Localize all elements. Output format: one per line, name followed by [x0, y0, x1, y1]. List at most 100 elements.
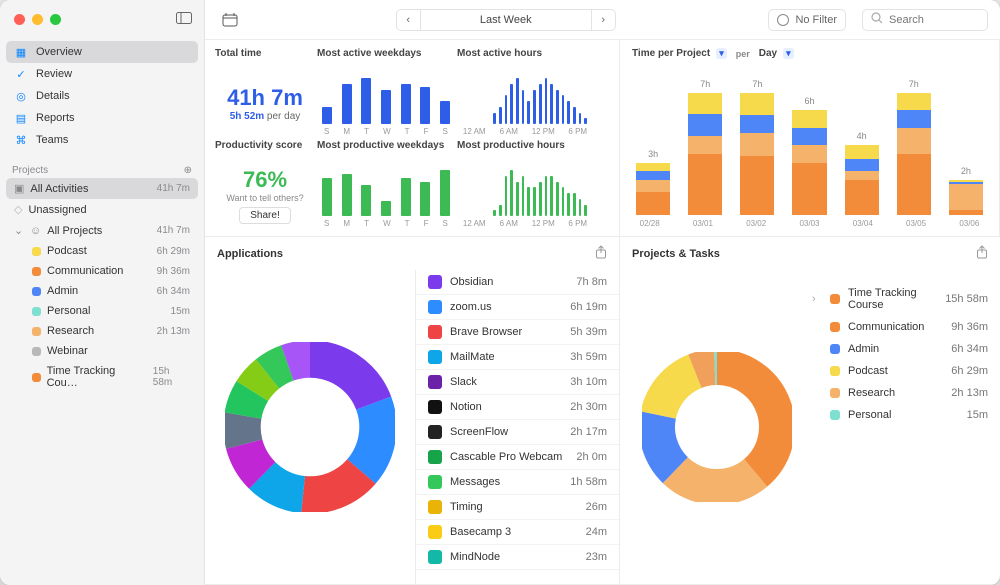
projects-tasks-row[interactable]: ›Time Tracking Course15h 58m: [812, 282, 988, 316]
app-duration: 2h 17m: [570, 426, 607, 438]
project-label: Time Tracking Cou…: [47, 365, 145, 389]
application-row[interactable]: MailMate3h 59m: [416, 345, 619, 370]
nav-item-review[interactable]: ✓Review: [6, 63, 198, 85]
project-color-swatch: [32, 307, 41, 316]
share-button[interactable]: Share!: [239, 207, 290, 224]
nav-item-reports[interactable]: ▤Reports: [6, 107, 198, 129]
total-time-stat: 41h 7m 5h 52m per day: [215, 70, 315, 136]
app-icon: [428, 525, 442, 539]
calendar-button[interactable]: [217, 9, 243, 31]
application-row[interactable]: MindNode23m: [416, 545, 619, 570]
projects-tasks-row[interactable]: ›Podcast6h 29m: [812, 360, 988, 382]
project-duration: 6h 29m: [951, 365, 988, 377]
nav-item-teams[interactable]: ⌘Teams: [6, 129, 198, 151]
project-all-activities[interactable]: ▣All Activities 41h 7m: [6, 178, 198, 199]
app-name: MailMate: [450, 351, 562, 363]
minimize-window[interactable]: [32, 14, 43, 25]
project-all-projects[interactable]: ⌄☺All Projects 41h 7m: [6, 220, 198, 241]
application-row[interactable]: Brave Browser5h 39m: [416, 320, 619, 345]
app-duration: 2h 0m: [576, 451, 607, 463]
projects-tasks-row[interactable]: ›Research2h 13m: [812, 382, 988, 404]
app-window: ▦Overview✓Review ◎ Details ▤Reports⌘Teams P…: [0, 0, 1000, 585]
search-icon: [871, 12, 883, 27]
target-icon: ◎: [14, 89, 28, 103]
nav-item-overview[interactable]: ▦Overview: [6, 41, 198, 63]
hdr-productive-hours: Most productive hours: [457, 140, 595, 158]
project-label: Podcast: [47, 245, 87, 257]
projects-tasks-row[interactable]: ›Personal15m: [812, 404, 988, 426]
app-duration: 23m: [586, 551, 607, 563]
time-per-project-panel: Time per Project ▾ per Day ▾ 3h7h7h6h4h7…: [620, 40, 1000, 237]
tpr-chip-2[interactable]: ▾: [783, 48, 794, 59]
main: ‹ Last Week › No Filter Total time Most …: [205, 0, 1000, 585]
add-project-icon[interactable]: ⊕: [184, 165, 192, 176]
next-period-button[interactable]: ›: [591, 10, 615, 30]
project-duration: 9h 36m: [951, 321, 988, 333]
application-row[interactable]: Messages1h 58m: [416, 470, 619, 495]
application-row[interactable]: Cascable Pro Webcam2h 0m: [416, 445, 619, 470]
app-name: Slack: [450, 376, 562, 388]
projects-tasks-row[interactable]: ›Communication9h 36m: [812, 316, 988, 338]
person-icon: ☺: [30, 225, 41, 237]
application-row[interactable]: Timing26m: [416, 495, 619, 520]
application-row[interactable]: Obsidian7h 8m: [416, 270, 619, 295]
project-item[interactable]: Time Tracking Cou…15h 58m: [6, 361, 198, 393]
fullscreen-window[interactable]: [50, 14, 61, 25]
chart-active-hours: 12 AM6 AM12 PM6 PM: [457, 70, 595, 136]
project-item[interactable]: Communication9h 36m: [6, 261, 198, 281]
period-label[interactable]: Last Week: [421, 14, 591, 26]
nav-label: Review: [36, 68, 72, 80]
app-icon: [428, 500, 442, 514]
sidebar: ▦Overview✓Review ◎ Details ▤Reports⌘Teams P…: [0, 0, 205, 585]
project-label: Personal: [47, 305, 90, 317]
app-duration: 3h 10m: [570, 376, 607, 388]
app-duration: 5h 39m: [570, 326, 607, 338]
project-item[interactable]: Personal 15m: [6, 301, 198, 321]
chevron-down-icon[interactable]: ⌄: [14, 224, 24, 237]
app-icon: [428, 325, 442, 339]
project-color-swatch: [830, 388, 840, 398]
projects-header-label: Projects: [12, 165, 48, 176]
share-icon[interactable]: [976, 245, 988, 262]
sidebar-toggle-icon[interactable]: [176, 12, 192, 27]
project-item[interactable]: Admin6h 34m: [6, 281, 198, 301]
projects-tasks-row[interactable]: ›Admin6h 34m: [812, 338, 988, 360]
project-color-swatch: [32, 247, 41, 256]
search-field[interactable]: [862, 9, 988, 31]
project-duration: 2h 13m: [157, 326, 190, 337]
project-label: Webinar: [47, 345, 88, 357]
application-row[interactable]: Basecamp 324m: [416, 520, 619, 545]
close-window[interactable]: [14, 14, 25, 25]
project-item[interactable]: Webinar: [6, 341, 198, 361]
app-name: Obsidian: [450, 276, 568, 288]
share-icon[interactable]: [595, 245, 607, 262]
project-duration: 2h 13m: [951, 387, 988, 399]
project-unassigned[interactable]: ◇Unassigned: [6, 199, 198, 220]
applications-list: Obsidian7h 8mzoom.us6h 19mBrave Browser5…: [415, 270, 619, 584]
application-row[interactable]: Notion2h 30m: [416, 395, 619, 420]
tpr-chip-1[interactable]: ▾: [716, 48, 727, 59]
project-label: All Projects: [47, 225, 102, 237]
project-duration: 6h 29m: [157, 246, 190, 257]
nav-label: Details: [36, 90, 70, 102]
application-row[interactable]: zoom.us6h 19m: [416, 295, 619, 320]
app-name: ScreenFlow: [450, 426, 562, 438]
nav-item-details[interactable]: ◎ Details: [6, 85, 198, 107]
prev-period-button[interactable]: ‹: [397, 10, 421, 30]
project-duration: 15m: [171, 306, 190, 317]
chart-productive-hours: 12 AM6 AM12 PM6 PM: [457, 162, 595, 228]
project-label: Unassigned: [28, 204, 86, 216]
application-row[interactable]: Slack 3h 10m: [416, 370, 619, 395]
summary-grid: Total time Most active weekdays Most act…: [205, 40, 620, 237]
project-name: Podcast: [848, 365, 943, 377]
project-label: Research: [47, 325, 94, 337]
project-item[interactable]: Podcast 6h 29m: [6, 241, 198, 261]
app-duration: 2h 30m: [570, 401, 607, 413]
folder-icon: ▣: [14, 182, 24, 195]
project-color-swatch: [32, 347, 41, 356]
chevron-right-icon: ›: [812, 293, 822, 305]
filter-dropdown[interactable]: No Filter: [768, 9, 846, 31]
project-item[interactable]: Research 2h 13m: [6, 321, 198, 341]
application-row[interactable]: ScreenFlow 2h 17m: [416, 420, 619, 445]
search-input[interactable]: [889, 14, 979, 26]
